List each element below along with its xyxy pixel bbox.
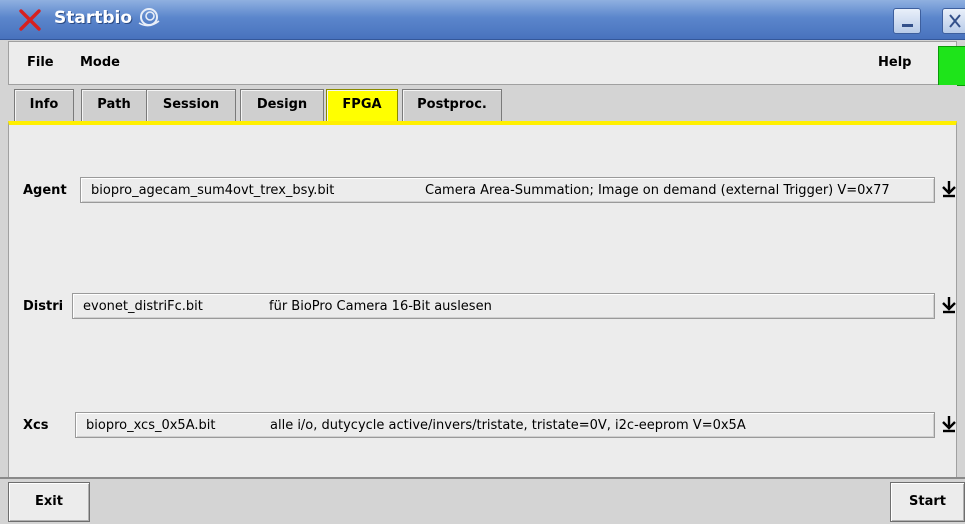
swirl-logo-icon <box>138 8 160 27</box>
agent-description: Camera Area-Summation; Image on demand (… <box>425 183 890 198</box>
exit-button[interactable]: Exit <box>8 482 90 522</box>
fpga-panel: Agent biopro_agecam_sum4ovt_trex_bsy.bit… <box>8 121 957 477</box>
distri-row: Distri evonet_distriFc.bit für BioPro Ca… <box>9 291 958 321</box>
tab-postproc[interactable]: Postproc. <box>402 89 502 123</box>
distri-label: Distri <box>23 299 64 314</box>
window-title: Startbio <box>54 8 133 28</box>
download-arrow-icon <box>942 416 956 433</box>
distri-select[interactable]: evonet_distriFc.bit für BioPro Camera 16… <box>72 293 935 319</box>
xcs-select[interactable]: biopro_xcs_0x5A.bit alle i/o, dutycycle … <box>75 412 935 438</box>
menu-file[interactable]: File <box>27 55 54 70</box>
bottom-bar: Exit Start <box>0 477 965 524</box>
distri-description: für BioPro Camera 16-Bit auslesen <box>269 299 492 314</box>
start-button[interactable]: Start <box>890 482 965 522</box>
xcs-file: biopro_xcs_0x5A.bit <box>86 418 216 433</box>
status-indicator <box>938 46 965 86</box>
agent-dropdown-button[interactable] <box>938 175 960 203</box>
menu-mode[interactable]: Mode <box>80 55 120 70</box>
distri-dropdown-button[interactable] <box>938 291 960 319</box>
download-arrow-icon <box>942 297 956 314</box>
xcs-row: Xcs biopro_xcs_0x5A.bit alle i/o, dutycy… <box>9 410 958 440</box>
xcs-label: Xcs <box>23 418 49 433</box>
close-button[interactable] <box>942 8 965 34</box>
tab-path[interactable]: Path <box>81 89 147 123</box>
app-close-x-icon <box>19 9 41 31</box>
tab-bar: Info Path Session Design FPGA Postproc. <box>8 85 957 123</box>
agent-label: Agent <box>23 183 67 198</box>
download-arrow-icon <box>942 181 956 198</box>
tab-fpga[interactable]: FPGA <box>326 89 398 123</box>
tab-info[interactable]: Info <box>14 89 74 123</box>
close-icon <box>949 14 961 28</box>
menu-bar: File Mode Help <box>8 41 965 86</box>
tab-design[interactable]: Design <box>240 89 324 123</box>
agent-file: biopro_agecam_sum4ovt_trex_bsy.bit <box>91 183 335 198</box>
minimize-button[interactable] <box>893 8 921 34</box>
agent-select[interactable]: biopro_agecam_sum4ovt_trex_bsy.bit Camer… <box>80 177 935 203</box>
agent-row: Agent biopro_agecam_sum4ovt_trex_bsy.bit… <box>9 175 958 205</box>
xcs-dropdown-button[interactable] <box>938 410 960 438</box>
xcs-description: alle i/o, dutycycle active/invers/trista… <box>270 418 746 433</box>
menu-help[interactable]: Help <box>878 55 911 70</box>
distri-file: evonet_distriFc.bit <box>83 299 203 314</box>
title-bar[interactable]: Startbio <box>0 0 965 40</box>
tab-session[interactable]: Session <box>146 89 236 123</box>
